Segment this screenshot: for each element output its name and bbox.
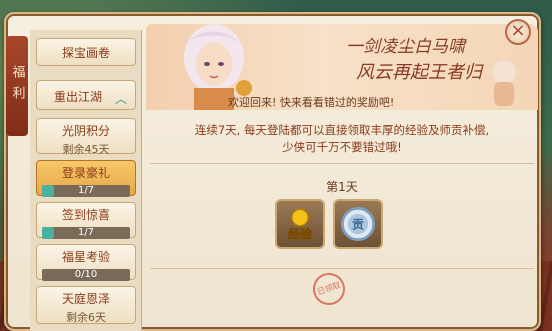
progress-text: 1/7 xyxy=(77,227,95,238)
welfare-side-tab[interactable]: 福利 xyxy=(6,36,28,136)
contribution-coin-icon: 贡 xyxy=(340,206,376,242)
menu-item-label: 签到惊喜 xyxy=(61,208,110,222)
progress-text: 1/7 xyxy=(77,185,95,196)
welcome-text: 欢迎回来! 快来看看错过的奖励吧! xyxy=(228,96,395,109)
welfare-menu[interactable]: 探宝画卷 重出江湖 ︿ 光阴积分 剩余45天 登录豪礼 1/7 签到惊喜 1/7… xyxy=(30,30,142,331)
reward-label: 贡 xyxy=(352,218,364,232)
progress-fill xyxy=(42,227,55,239)
menu-item-label: 探宝画卷 xyxy=(61,46,110,60)
menu-item-remaining: 剩余45天 xyxy=(62,143,110,156)
reward-slot-contribution[interactable]: 贡 xyxy=(333,199,383,249)
banner-motto-line1: 一剑凌尘白马啸 xyxy=(346,37,465,57)
experience-icon: 经验 xyxy=(288,208,312,241)
description-line: 少侠可千万不要错过哦! xyxy=(282,140,402,154)
close-button[interactable]: × xyxy=(505,19,531,45)
description-line: 连续7天, 每天登陆都可以直接领取丰厚的经验及师贡补偿, xyxy=(194,123,490,137)
progress-fill xyxy=(42,185,55,197)
menu-item-label: 登录豪礼 xyxy=(61,166,110,180)
reward-slot-experience[interactable]: 经验 xyxy=(275,199,325,249)
welcome-banner: 一剑凌尘白马啸 风云再起王者归 欢迎回来! 快来看看错过的奖励吧! xyxy=(146,24,538,110)
menu-item-label: 光阴积分 xyxy=(61,124,110,138)
menu-item-time-points[interactable]: 光阴积分 剩余45天 xyxy=(36,118,136,156)
day-label: 第1天 xyxy=(326,180,358,194)
chevron-up-icon: ︿ xyxy=(114,92,127,106)
divider xyxy=(150,268,534,269)
mascot-figure xyxy=(492,60,516,106)
divider xyxy=(150,163,534,164)
progress-text: 0/10 xyxy=(74,269,98,280)
menu-item-label: 天庭恩泽 xyxy=(61,292,110,306)
menu-item-lucky-star[interactable]: 福星考验 0/10 xyxy=(36,244,136,281)
menu-item-remaining: 剩余6天 xyxy=(66,311,106,324)
menu-item-login-gifts[interactable]: 登录豪礼 1/7 xyxy=(36,160,136,197)
menu-item-heaven-grace[interactable]: 天庭恩泽 剩余6天 xyxy=(36,286,136,324)
menu-item-treasure-scroll[interactable]: 探宝画卷 xyxy=(36,38,136,66)
reward-description: 连续7天, 每天登陆都可以直接领取丰厚的经验及师贡补偿, 少侠可千万不要错过哦! xyxy=(150,122,534,156)
reward-label: 经验 xyxy=(288,226,312,241)
menu-item-return[interactable]: 重出江湖 ︿ xyxy=(36,80,136,110)
menu-item-signin-surprise[interactable]: 签到惊喜 1/7 xyxy=(36,202,136,239)
progress-bar: 1/7 xyxy=(42,227,130,239)
progress-bar: 1/7 xyxy=(42,185,130,197)
banner-motto-line2: 风云再起王者归 xyxy=(356,62,482,83)
progress-bar: 0/10 xyxy=(42,269,130,281)
menu-item-label: 福星考验 xyxy=(61,250,110,264)
